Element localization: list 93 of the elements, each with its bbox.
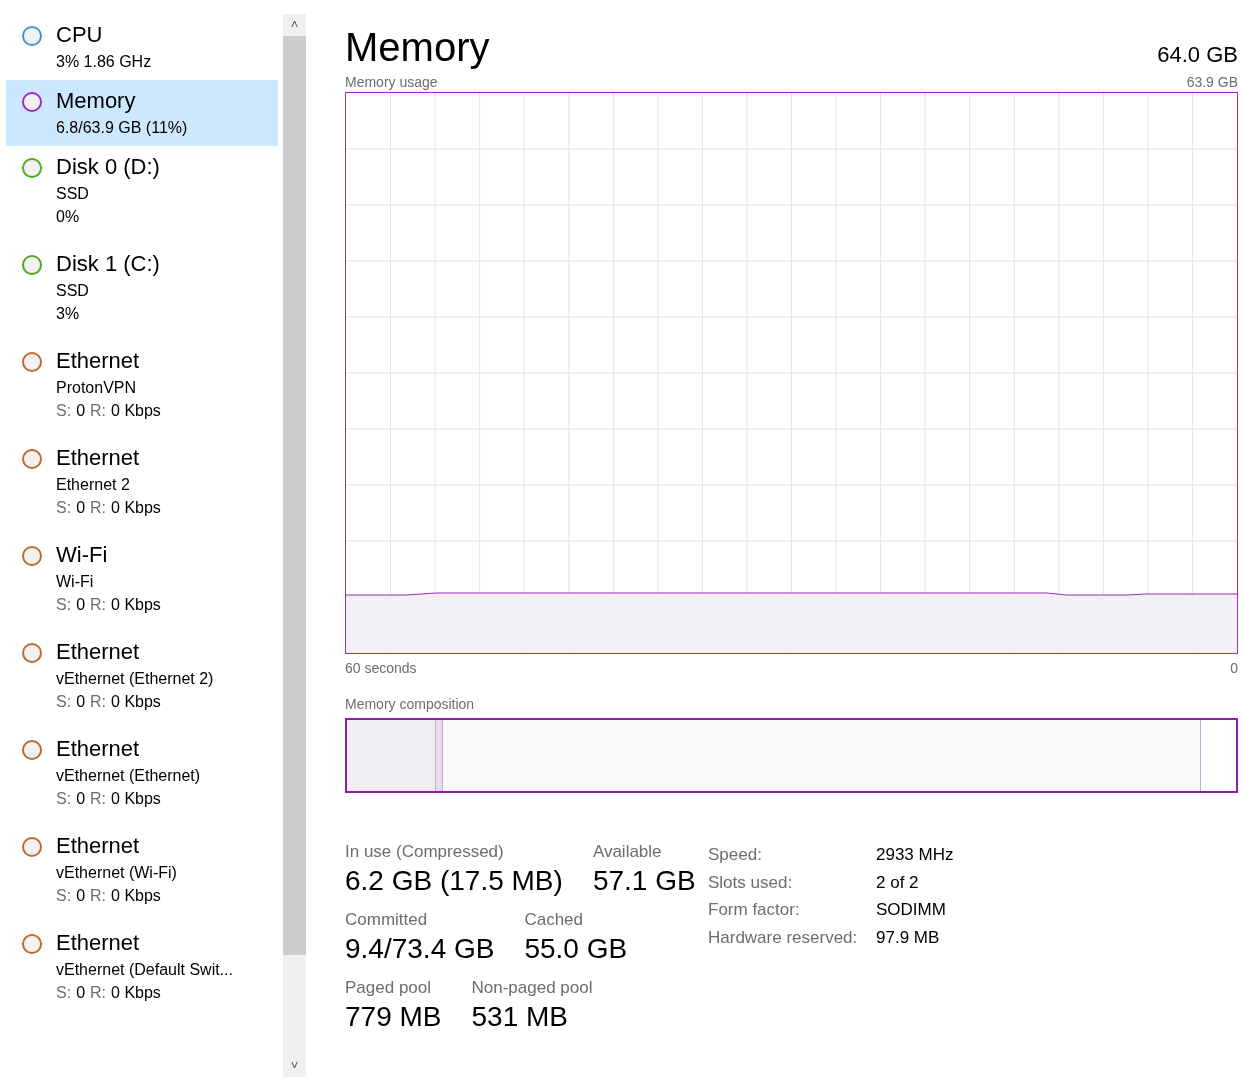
detail-value: 2933 MHz — [876, 844, 954, 866]
stat-label: Available — [592, 841, 663, 863]
item-detail: 6.8/63.9 GB (11%) — [56, 118, 188, 138]
graph-max: 63.9 GB — [1186, 73, 1238, 92]
scroll-up-button[interactable]: ˄ — [290, 14, 299, 36]
item-title: Disk 1 (C:) — [56, 250, 160, 278]
item-detail: S: — [56, 983, 72, 1003]
detail-value: 97.9 MB — [876, 926, 940, 949]
detail-label: Speed: — [708, 844, 763, 866]
item-detail: Wi-Fi — [56, 572, 94, 592]
total-memory: 64.0 GB — [1157, 41, 1238, 69]
item-detail: S: — [56, 789, 72, 809]
item-detail: S: — [56, 401, 72, 421]
item-detail: Ethernet 2 — [56, 475, 130, 495]
item-detail: 0 — [76, 498, 86, 518]
item-detail: S: — [56, 886, 72, 906]
item-detail: 0 Kbps — [111, 789, 161, 809]
item-detail: 0 Kbps — [111, 692, 161, 712]
item-detail: R: — [90, 401, 107, 421]
stat-value: 779 MB — [345, 1000, 442, 1034]
item-detail: 0 Kbps — [111, 983, 161, 1003]
item-detail: vEthernet (Ethernet 2) — [56, 669, 214, 689]
item-detail: S: — [56, 498, 72, 518]
sidebar-item[interactable]: Ethernet Ethernet 2 S: 0 R: 0 Kbps — [6, 437, 278, 534]
detail-value: SODIMM — [876, 899, 946, 921]
stat-label: Non-paged pool — [471, 977, 593, 999]
item-detail: R: — [90, 692, 107, 712]
item-title: Ethernet — [56, 638, 141, 666]
sidebar-item[interactable]: Ethernet vEthernet (Wi-Fi) S: 0 R: 0 Kbps — [6, 825, 278, 922]
item-detail: 0 — [76, 983, 86, 1003]
item-detail: 0 Kbps — [111, 498, 161, 518]
item-title: Memory — [56, 87, 137, 115]
sidebar-item[interactable]: Wi-Fi Wi-Fi S: 0 R: 0 Kbps — [6, 534, 278, 631]
item-detail: 0 — [76, 692, 86, 712]
detail-label: Slots used: — [708, 871, 794, 894]
item-detail: 0 — [76, 886, 86, 906]
stat-label: Committed — [345, 909, 429, 931]
item-detail: vEthernet (Ethernet) — [56, 766, 201, 786]
item-detail: 0 — [76, 401, 86, 421]
scrollbar-thumb[interactable] — [283, 36, 306, 955]
sidebar-item[interactable]: Ethernet ProtonVPN S: 0 R: 0 Kbps — [6, 340, 278, 437]
item-detail: 0 — [76, 595, 86, 615]
composition-label: Memory composition — [345, 695, 476, 714]
item-detail: vEthernet (Wi-Fi) — [56, 863, 177, 883]
stat-label: Paged pool — [345, 977, 433, 999]
stat-value: 57.1 GB — [592, 864, 696, 898]
item-detail: R: — [90, 886, 107, 906]
item-detail: 0 — [76, 789, 86, 809]
item-detail: R: — [90, 789, 107, 809]
item-detail: 0 Kbps — [111, 595, 161, 615]
stat-value: 55.0 GB — [524, 932, 628, 966]
sidebar-item[interactable]: CPU 3% 1.86 GHz — [6, 14, 278, 80]
sidebar-item[interactable]: Ethernet vEthernet (Ethernet) S: 0 R: 0 Kbps — [6, 728, 278, 825]
detail-label: Form factor: — [708, 899, 801, 921]
item-title: Ethernet — [56, 735, 141, 763]
item-title: Ethernet — [56, 832, 141, 860]
item-detail: R: — [90, 595, 107, 615]
detail-value: 2 of 2 — [876, 871, 919, 894]
item-title: Ethernet — [56, 929, 141, 957]
sidebar-item[interactable]: Memory 6.8/63.9 GB (11%) — [6, 80, 278, 146]
item-detail: ProtonVPN — [56, 378, 137, 398]
detail-label: Hardware reserved: — [708, 926, 859, 949]
item-detail: 0 Kbps — [111, 886, 161, 906]
stat-label: Cached — [524, 909, 585, 931]
sidebar-item[interactable]: Ethernet vEthernet (Ethernet 2) S: 0 R: 0 Kbps — [6, 631, 278, 728]
item-title: CPU — [56, 21, 104, 49]
item-detail: SSD — [56, 184, 89, 204]
item-detail: S: — [56, 595, 72, 615]
stat-value: 6.2 GB (17.5 MB) — [345, 864, 563, 898]
time-axis-label: 0 — [1230, 659, 1238, 678]
item-detail: SSD — [56, 281, 89, 301]
item-detail: S: — [56, 692, 72, 712]
item-title: Wi-Fi — [56, 541, 109, 569]
item-detail: 3% 1.86 GHz — [56, 52, 152, 72]
item-detail: vEthernet (Default Swit... — [56, 960, 233, 980]
page-title: Memory — [345, 24, 490, 71]
time-axis-label: 60 seconds — [345, 659, 417, 678]
item-detail: 0 Kbps — [111, 401, 161, 421]
item-detail: R: — [90, 498, 107, 518]
sidebar-item[interactable]: Disk 1 (C:) SSD 3% — [6, 243, 278, 340]
stat-value: 531 MB — [471, 1000, 569, 1034]
item-detail: 0% — [56, 207, 80, 227]
item-detail: R: — [90, 983, 107, 1003]
graph-label: Memory usage — [345, 73, 438, 92]
item-title: Ethernet — [56, 444, 141, 472]
sidebar-item[interactable]: Disk 0 (D:) SSD 0% — [6, 146, 278, 243]
item-detail: 3% — [56, 304, 80, 324]
item-title: Disk 0 (D:) — [56, 153, 160, 181]
scroll-down-button[interactable]: ˅ — [290, 1055, 299, 1077]
stat-value: 9.4/73.4 GB — [345, 932, 495, 966]
sidebar-item[interactable]: Ethernet vEthernet (Default Swit... S: 0 R: 0 Kbps — [6, 922, 278, 1019]
item-title: Ethernet — [56, 347, 141, 375]
stat-label: In use (Compressed) — [345, 841, 505, 863]
